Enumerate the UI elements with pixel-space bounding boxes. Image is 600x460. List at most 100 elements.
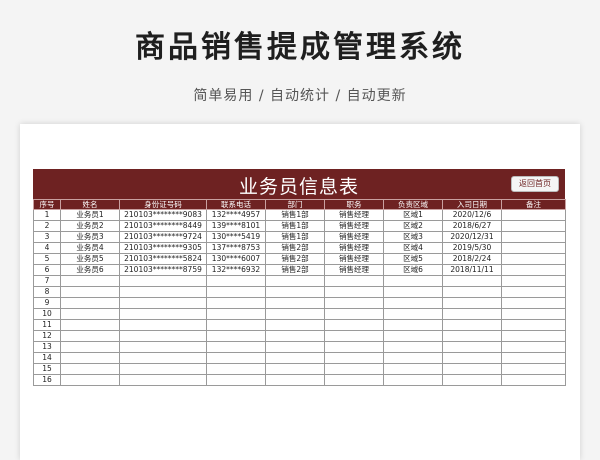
cell-seq[interactable]: 2 (33, 220, 61, 232)
cell-department[interactable] (265, 374, 325, 386)
cell-remarks[interactable] (501, 374, 566, 386)
cell-seq[interactable]: 14 (33, 352, 61, 364)
cell-name[interactable]: 业务员3 (60, 231, 120, 243)
cell-position[interactable] (324, 275, 384, 287)
cell-id-number[interactable] (119, 330, 207, 342)
cell-remarks[interactable] (501, 242, 566, 254)
cell-position[interactable] (324, 308, 384, 320)
cell-phone[interactable] (206, 352, 266, 364)
cell-join-date[interactable] (442, 308, 502, 320)
cell-department[interactable]: 销售1部 (265, 220, 325, 232)
cell-position[interactable] (324, 297, 384, 309)
cell-region[interactable]: 区域2 (383, 220, 443, 232)
cell-phone[interactable] (206, 363, 266, 375)
cell-remarks[interactable] (501, 231, 566, 243)
cell-region[interactable] (383, 374, 443, 386)
cell-remarks[interactable] (501, 319, 566, 331)
cell-phone[interactable] (206, 374, 266, 386)
cell-position[interactable] (324, 319, 384, 331)
cell-id-number[interactable]: 210103********8449 (119, 220, 207, 232)
cell-region[interactable] (383, 352, 443, 364)
cell-seq[interactable]: 11 (33, 319, 61, 331)
cell-department[interactable] (265, 341, 325, 353)
cell-region[interactable]: 区域4 (383, 242, 443, 254)
cell-join-date[interactable]: 2018/11/11 (442, 264, 502, 276)
cell-remarks[interactable] (501, 220, 566, 232)
cell-region[interactable] (383, 286, 443, 298)
cell-name[interactable]: 业务员1 (60, 209, 120, 221)
cell-position[interactable] (324, 330, 384, 342)
cell-region[interactable] (383, 275, 443, 287)
cell-join-date[interactable] (442, 341, 502, 353)
cell-remarks[interactable] (501, 352, 566, 364)
cell-position[interactable] (324, 352, 384, 364)
cell-remarks[interactable] (501, 341, 566, 353)
cell-join-date[interactable] (442, 286, 502, 298)
cell-position[interactable]: 销售经理 (324, 264, 384, 276)
cell-join-date[interactable] (442, 297, 502, 309)
cell-position[interactable]: 销售经理 (324, 209, 384, 221)
cell-join-date[interactable] (442, 374, 502, 386)
cell-seq[interactable]: 3 (33, 231, 61, 243)
back-home-button[interactable]: 返回首页 (511, 176, 559, 192)
cell-phone[interactable]: 130****5419 (206, 231, 266, 243)
cell-id-number[interactable] (119, 319, 207, 331)
cell-seq[interactable]: 4 (33, 242, 61, 254)
cell-region[interactable]: 区域3 (383, 231, 443, 243)
cell-remarks[interactable] (501, 253, 566, 265)
cell-seq[interactable]: 7 (33, 275, 61, 287)
cell-department[interactable] (265, 352, 325, 364)
cell-department[interactable]: 销售2部 (265, 264, 325, 276)
cell-remarks[interactable] (501, 264, 566, 276)
cell-remarks[interactable] (501, 363, 566, 375)
cell-name[interactable] (60, 319, 120, 331)
cell-department[interactable] (265, 275, 325, 287)
cell-id-number[interactable] (119, 308, 207, 320)
cell-id-number[interactable]: 210103********9083 (119, 209, 207, 221)
cell-name[interactable] (60, 374, 120, 386)
cell-id-number[interactable] (119, 275, 207, 287)
cell-region[interactable] (383, 319, 443, 331)
cell-name[interactable] (60, 341, 120, 353)
cell-seq[interactable]: 13 (33, 341, 61, 353)
cell-seq[interactable]: 1 (33, 209, 61, 221)
cell-phone[interactable]: 132****6932 (206, 264, 266, 276)
cell-position[interactable]: 销售经理 (324, 231, 384, 243)
cell-name[interactable] (60, 275, 120, 287)
cell-phone[interactable]: 130****6007 (206, 253, 266, 265)
cell-name[interactable] (60, 363, 120, 375)
cell-name[interactable]: 业务员5 (60, 253, 120, 265)
cell-region[interactable] (383, 341, 443, 353)
cell-id-number[interactable] (119, 374, 207, 386)
cell-remarks[interactable] (501, 209, 566, 221)
cell-department[interactable]: 销售2部 (265, 242, 325, 254)
cell-remarks[interactable] (501, 286, 566, 298)
cell-id-number[interactable] (119, 363, 207, 375)
cell-remarks[interactable] (501, 275, 566, 287)
cell-position[interactable]: 销售经理 (324, 220, 384, 232)
cell-name[interactable]: 业务员4 (60, 242, 120, 254)
cell-join-date[interactable] (442, 363, 502, 375)
cell-join-date[interactable] (442, 352, 502, 364)
cell-join-date[interactable] (442, 275, 502, 287)
cell-name[interactable]: 业务员6 (60, 264, 120, 276)
cell-phone[interactable]: 139****8101 (206, 220, 266, 232)
cell-position[interactable]: 销售经理 (324, 242, 384, 254)
cell-department[interactable]: 销售1部 (265, 209, 325, 221)
cell-phone[interactable] (206, 297, 266, 309)
cell-region[interactable] (383, 330, 443, 342)
cell-id-number[interactable]: 210103********9305 (119, 242, 207, 254)
cell-remarks[interactable] (501, 308, 566, 320)
cell-name[interactable]: 业务员2 (60, 220, 120, 232)
cell-seq[interactable]: 6 (33, 264, 61, 276)
cell-phone[interactable]: 137****8753 (206, 242, 266, 254)
cell-name[interactable] (60, 352, 120, 364)
cell-region[interactable] (383, 363, 443, 375)
cell-department[interactable]: 销售1部 (265, 231, 325, 243)
cell-join-date[interactable] (442, 319, 502, 331)
cell-phone[interactable] (206, 286, 266, 298)
cell-join-date[interactable] (442, 330, 502, 342)
cell-region[interactable]: 区域1 (383, 209, 443, 221)
cell-id-number[interactable]: 210103********8759 (119, 264, 207, 276)
cell-region[interactable] (383, 297, 443, 309)
